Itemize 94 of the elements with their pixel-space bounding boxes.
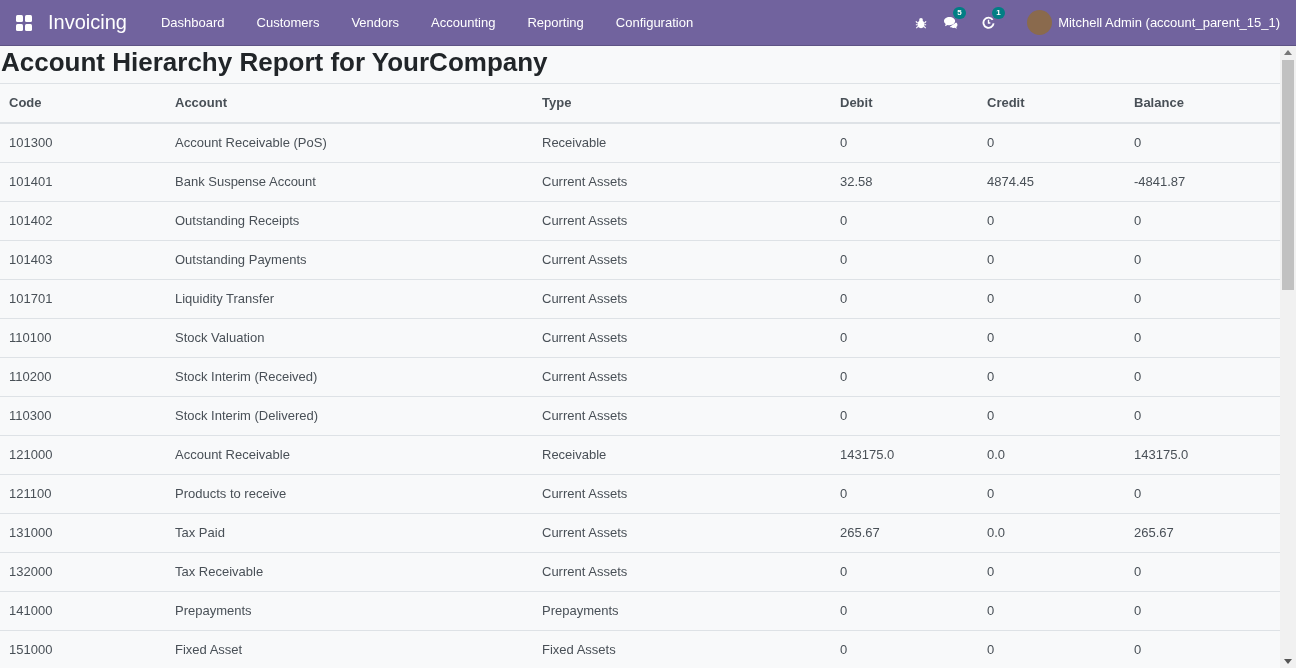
- table-cell: Current Assets: [533, 162, 831, 202]
- table-cell: 151000: [0, 630, 166, 668]
- table-cell: 0: [978, 357, 1125, 397]
- table-cell: 131000: [0, 513, 166, 553]
- table-cell: Prepayments: [166, 591, 533, 631]
- table-cell: 143175.0: [831, 435, 978, 475]
- table-cell: Current Assets: [533, 513, 831, 553]
- table-cell: Prepayments: [533, 591, 831, 631]
- table-cell: Stock Interim (Received): [166, 357, 533, 397]
- column-header: Credit: [978, 83, 1125, 123]
- user-menu[interactable]: Mitchell Admin (account_parent_15_1): [1058, 15, 1280, 30]
- table-cell: 0: [978, 630, 1125, 668]
- table-cell: 132000: [0, 552, 166, 592]
- table-cell: Stock Interim (Delivered): [166, 396, 533, 436]
- app-name[interactable]: Invoicing: [48, 11, 127, 34]
- table-cell: 0: [831, 630, 978, 668]
- table-cell: Outstanding Receipts: [166, 201, 533, 241]
- scrollbar[interactable]: [1280, 46, 1296, 668]
- table-cell: 0: [978, 396, 1125, 436]
- table-cell: Current Assets: [533, 279, 831, 319]
- report-title: Account Hierarchy Report for YourCompany: [0, 46, 549, 79]
- apps-menu-icon[interactable]: [16, 14, 32, 31]
- table-cell: Current Assets: [533, 552, 831, 592]
- table-cell: 0: [831, 552, 978, 592]
- table-cell: 101403: [0, 240, 166, 280]
- table-cell: Outstanding Payments: [166, 240, 533, 280]
- nav-menu-item[interactable]: Reporting: [511, 15, 600, 30]
- table-cell: 110300: [0, 396, 166, 436]
- table-cell: 141000: [0, 591, 166, 631]
- column-header: Code: [0, 83, 166, 123]
- table-cell: 101401: [0, 162, 166, 202]
- table-cell: Current Assets: [533, 474, 831, 514]
- table-cell: Current Assets: [533, 240, 831, 280]
- table-cell: Receivable: [533, 435, 831, 475]
- table-cell: Fixed Asset: [166, 630, 533, 668]
- table-cell: Stock Valuation: [166, 318, 533, 358]
- table-cell: Receivable: [533, 123, 831, 163]
- table-cell: 0: [978, 318, 1125, 358]
- table-cell: Current Assets: [533, 357, 831, 397]
- table-cell: 121100: [0, 474, 166, 514]
- table-cell: 110200: [0, 357, 166, 397]
- chat-icon[interactable]: [943, 16, 959, 29]
- table-cell: 0: [978, 279, 1125, 319]
- table-cell: Bank Suspense Account: [166, 162, 533, 202]
- table-cell: 0: [831, 357, 978, 397]
- table-cell: Tax Receivable: [166, 552, 533, 592]
- table-cell: 0.0: [978, 513, 1125, 553]
- table-cell: 0: [831, 279, 978, 319]
- table-cell: Current Assets: [533, 318, 831, 358]
- nav-menu-item[interactable]: Dashboard: [144, 15, 241, 30]
- table-cell: 0: [978, 591, 1125, 631]
- table-cell: Products to receive: [166, 474, 533, 514]
- table-cell: 101701: [0, 279, 166, 319]
- nav-menu-item[interactable]: Configuration: [599, 15, 710, 30]
- clock-icon[interactable]: [982, 16, 996, 29]
- table-cell: 0: [978, 201, 1125, 241]
- column-header: Type: [533, 83, 831, 123]
- table-cell: Liquidity Transfer: [166, 279, 533, 319]
- table-cell: Current Assets: [533, 396, 831, 436]
- table-cell: 0: [978, 123, 1125, 163]
- table-cell: 0: [831, 240, 978, 280]
- scroll-up-icon[interactable]: [1284, 50, 1292, 55]
- table-cell: Current Assets: [533, 201, 831, 241]
- table-cell: Fixed Assets: [533, 630, 831, 668]
- table-cell: Account Receivable (PoS): [166, 123, 533, 163]
- table-cell: 121000: [0, 435, 166, 475]
- table-cell: 0: [831, 201, 978, 241]
- table-cell: 0: [831, 318, 978, 358]
- table-cell: 101300: [0, 123, 166, 163]
- scrollbar-thumb[interactable]: [1282, 60, 1294, 290]
- table-cell: Account Receivable: [166, 435, 533, 475]
- table-cell: 0: [978, 240, 1125, 280]
- nav-menu-item[interactable]: Customers: [240, 15, 336, 30]
- table-cell: 110100: [0, 318, 166, 358]
- table-cell: 0: [831, 396, 978, 436]
- table-cell: 0: [978, 552, 1125, 592]
- table-cell: 0.0: [978, 435, 1125, 475]
- scroll-down-icon[interactable]: [1284, 659, 1292, 664]
- table-cell: 0: [831, 123, 978, 163]
- table-cell: 4874.45: [978, 162, 1125, 202]
- activity-count-badge: 1: [992, 7, 1005, 19]
- table-cell: 0: [831, 591, 978, 631]
- table-cell: 101402: [0, 201, 166, 241]
- table-cell: 32.58: [831, 162, 978, 202]
- nav-menu-item[interactable]: Accounting: [415, 15, 512, 30]
- column-header: Account: [166, 83, 533, 123]
- table-cell: Tax Paid: [166, 513, 533, 553]
- nav-menu-item[interactable]: Vendors: [335, 15, 416, 30]
- table-cell: 0: [831, 474, 978, 514]
- table-cell: 265.67: [831, 513, 978, 553]
- message-count-badge: 5: [953, 7, 966, 19]
- column-header: Debit: [831, 83, 978, 123]
- table-cell: 0: [978, 474, 1125, 514]
- bug-icon[interactable]: [915, 16, 928, 29]
